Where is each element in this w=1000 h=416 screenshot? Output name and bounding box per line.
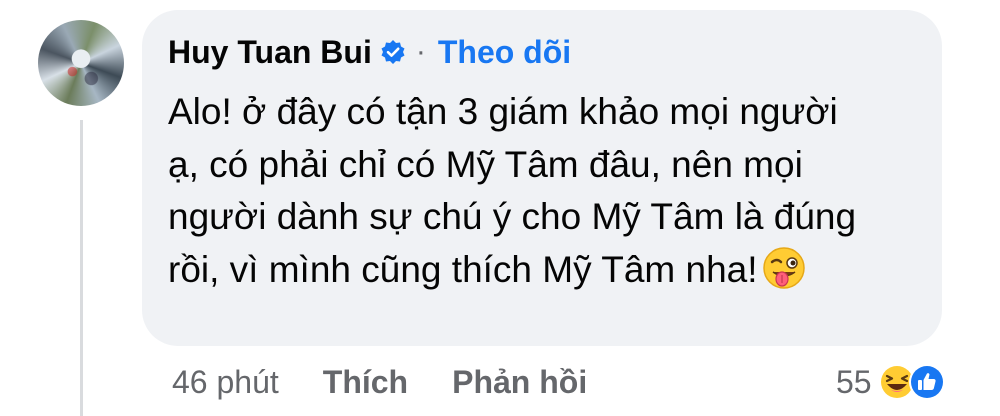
avatar[interactable]: [38, 20, 124, 106]
comment-text: Alo! ở đây có tận 3 giám khảo mọi người …: [168, 86, 868, 296]
reaction-count[interactable]: 55: [836, 364, 872, 401]
like-reaction-icon: [908, 363, 946, 401]
thread-line: [80, 120, 83, 416]
author-name[interactable]: Huy Tuan Bui: [168, 34, 372, 71]
reaction-summary[interactable]: 55: [836, 360, 946, 404]
wink-tongue-emoji-icon: [762, 246, 806, 290]
comment-actions: 46 phút Thích Phản hồi: [172, 360, 587, 404]
comment-timestamp[interactable]: 46 phút: [172, 364, 279, 401]
follow-link[interactable]: Theo dõi: [438, 34, 571, 71]
comment-header: Huy Tuan Bui · Theo dõi: [168, 30, 571, 74]
like-button[interactable]: Thích: [323, 364, 408, 401]
separator-dot: ·: [415, 35, 426, 68]
verified-badge-icon: [380, 39, 406, 65]
reply-button[interactable]: Phản hồi: [452, 364, 587, 401]
comment-text-content: Alo! ở đây có tận 3 giám khảo mọi người …: [168, 91, 857, 290]
